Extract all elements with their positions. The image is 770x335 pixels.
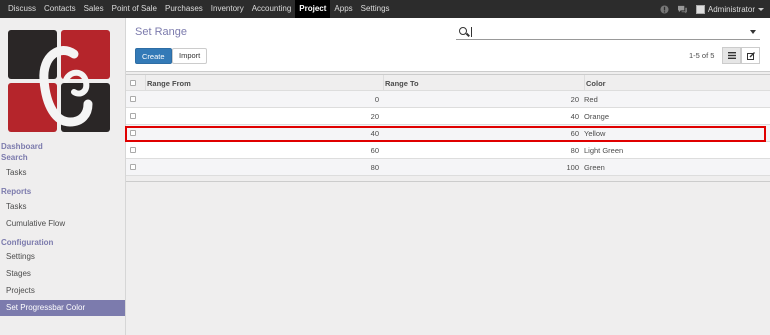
range-from-cell: 80 bbox=[370, 163, 379, 172]
range-to-cell: 80 bbox=[570, 146, 579, 155]
import-button[interactable]: Import bbox=[172, 48, 208, 64]
sidebar-item-projects[interactable]: Projects bbox=[0, 283, 125, 299]
edit-view-icon bbox=[746, 51, 755, 60]
sidebar-item-settings[interactable]: Settings bbox=[0, 249, 125, 265]
company-logo bbox=[8, 30, 110, 132]
range-to-cell: 20 bbox=[570, 95, 579, 104]
range-from-cell: 60 bbox=[370, 146, 379, 155]
text-cursor bbox=[471, 27, 472, 37]
row-checkbox[interactable] bbox=[130, 96, 136, 102]
range-from-cell: 0 bbox=[374, 95, 379, 104]
menu-apps[interactable]: Apps bbox=[330, 0, 356, 18]
list-view-icon bbox=[727, 52, 736, 59]
color-cell: Yellow bbox=[584, 129, 606, 138]
color-cell: Light Green bbox=[584, 146, 624, 155]
sidebar-section-reports[interactable]: Reports bbox=[1, 187, 31, 196]
row-checkbox[interactable] bbox=[130, 164, 136, 170]
search-icon bbox=[459, 27, 467, 35]
sidebar: Dashboard Search Tasks Reports Tasks Cum… bbox=[0, 18, 126, 335]
menu-inventory[interactable]: Inventory bbox=[207, 0, 248, 18]
table-row[interactable]: 0 20 Red bbox=[126, 91, 770, 108]
col-header-range-from[interactable]: Range From bbox=[145, 75, 379, 92]
table-row[interactable]: 80 100 Green bbox=[126, 159, 770, 176]
top-navbar: Discuss Contacts Sales Point of Sale Pur… bbox=[0, 0, 770, 18]
menu-purchases[interactable]: Purchases bbox=[161, 0, 207, 18]
sidebar-section-dashboard[interactable]: Dashboard bbox=[1, 142, 43, 151]
menu-project[interactable]: Project bbox=[295, 0, 331, 18]
sidebar-item-tasks[interactable]: Tasks bbox=[0, 165, 125, 181]
create-button[interactable]: Create bbox=[135, 48, 172, 64]
menu-accounting[interactable]: Accounting bbox=[248, 0, 296, 18]
row-checkbox[interactable] bbox=[130, 147, 136, 153]
range-to-cell: 100 bbox=[566, 163, 579, 172]
table-footer bbox=[126, 176, 770, 182]
notification-icon[interactable] bbox=[660, 4, 669, 14]
range-to-cell: 40 bbox=[570, 112, 579, 121]
menu-point-of-sale[interactable]: Point of Sale bbox=[108, 0, 161, 18]
search-input[interactable] bbox=[470, 26, 740, 38]
sidebar-item-cumulative-flow[interactable]: Cumulative Flow bbox=[0, 216, 125, 232]
sidebar-item-progressbar-color[interactable]: Set Progressbar Color bbox=[0, 300, 125, 316]
app-menu: Discuss Contacts Sales Point of Sale Pur… bbox=[4, 0, 394, 18]
main-content: Set Range Create Import 1-5 of 5 Range F… bbox=[126, 18, 770, 335]
col-header-range-to[interactable]: Range To bbox=[383, 75, 579, 92]
chevron-down-icon bbox=[758, 7, 764, 11]
pager-value[interactable]: 1-5 of 5 bbox=[689, 51, 714, 60]
menu-contacts[interactable]: Contacts bbox=[40, 0, 80, 18]
form-view-button[interactable] bbox=[741, 47, 760, 64]
range-to-cell: 60 bbox=[570, 129, 579, 138]
menu-settings[interactable]: Settings bbox=[357, 0, 394, 18]
range-from-cell: 20 bbox=[370, 112, 379, 121]
dropdown-caret-icon[interactable] bbox=[750, 30, 756, 34]
page-title: Set Range bbox=[135, 26, 187, 38]
chat-icon[interactable] bbox=[677, 5, 688, 14]
avatar bbox=[695, 4, 705, 14]
menu-sales[interactable]: Sales bbox=[80, 0, 108, 18]
select-all-checkbox[interactable] bbox=[130, 80, 136, 86]
row-checkbox[interactable] bbox=[130, 130, 136, 136]
color-cell: Green bbox=[584, 163, 605, 172]
search-bar[interactable] bbox=[456, 25, 760, 40]
sidebar-section-configuration[interactable]: Configuration bbox=[1, 238, 53, 247]
row-checkbox[interactable] bbox=[130, 113, 136, 119]
col-header-color[interactable]: Color bbox=[584, 75, 764, 92]
color-cell: Red bbox=[584, 95, 598, 104]
color-cell: Orange bbox=[584, 112, 610, 121]
table-header: Range From Range To Color bbox=[126, 74, 770, 92]
table-row[interactable]: 60 80 Light Green bbox=[126, 142, 770, 159]
sidebar-item-report-tasks[interactable]: Tasks bbox=[0, 199, 125, 215]
topbar-right: Administrator bbox=[660, 0, 764, 18]
table-row[interactable]: 40 60 Yellow bbox=[126, 125, 770, 142]
sidebar-section-search[interactable]: Search bbox=[1, 153, 28, 162]
range-from-cell: 40 bbox=[370, 129, 379, 138]
control-panel: Set Range Create Import 1-5 of 5 bbox=[126, 18, 770, 72]
user-menu[interactable]: Administrator bbox=[695, 4, 764, 14]
list-view-button[interactable] bbox=[722, 47, 741, 64]
sidebar-item-stages[interactable]: Stages bbox=[0, 266, 125, 282]
user-name: Administrator bbox=[707, 4, 755, 14]
menu-discuss[interactable]: Discuss bbox=[4, 0, 40, 18]
table-row[interactable]: 20 40 Orange bbox=[126, 108, 770, 125]
